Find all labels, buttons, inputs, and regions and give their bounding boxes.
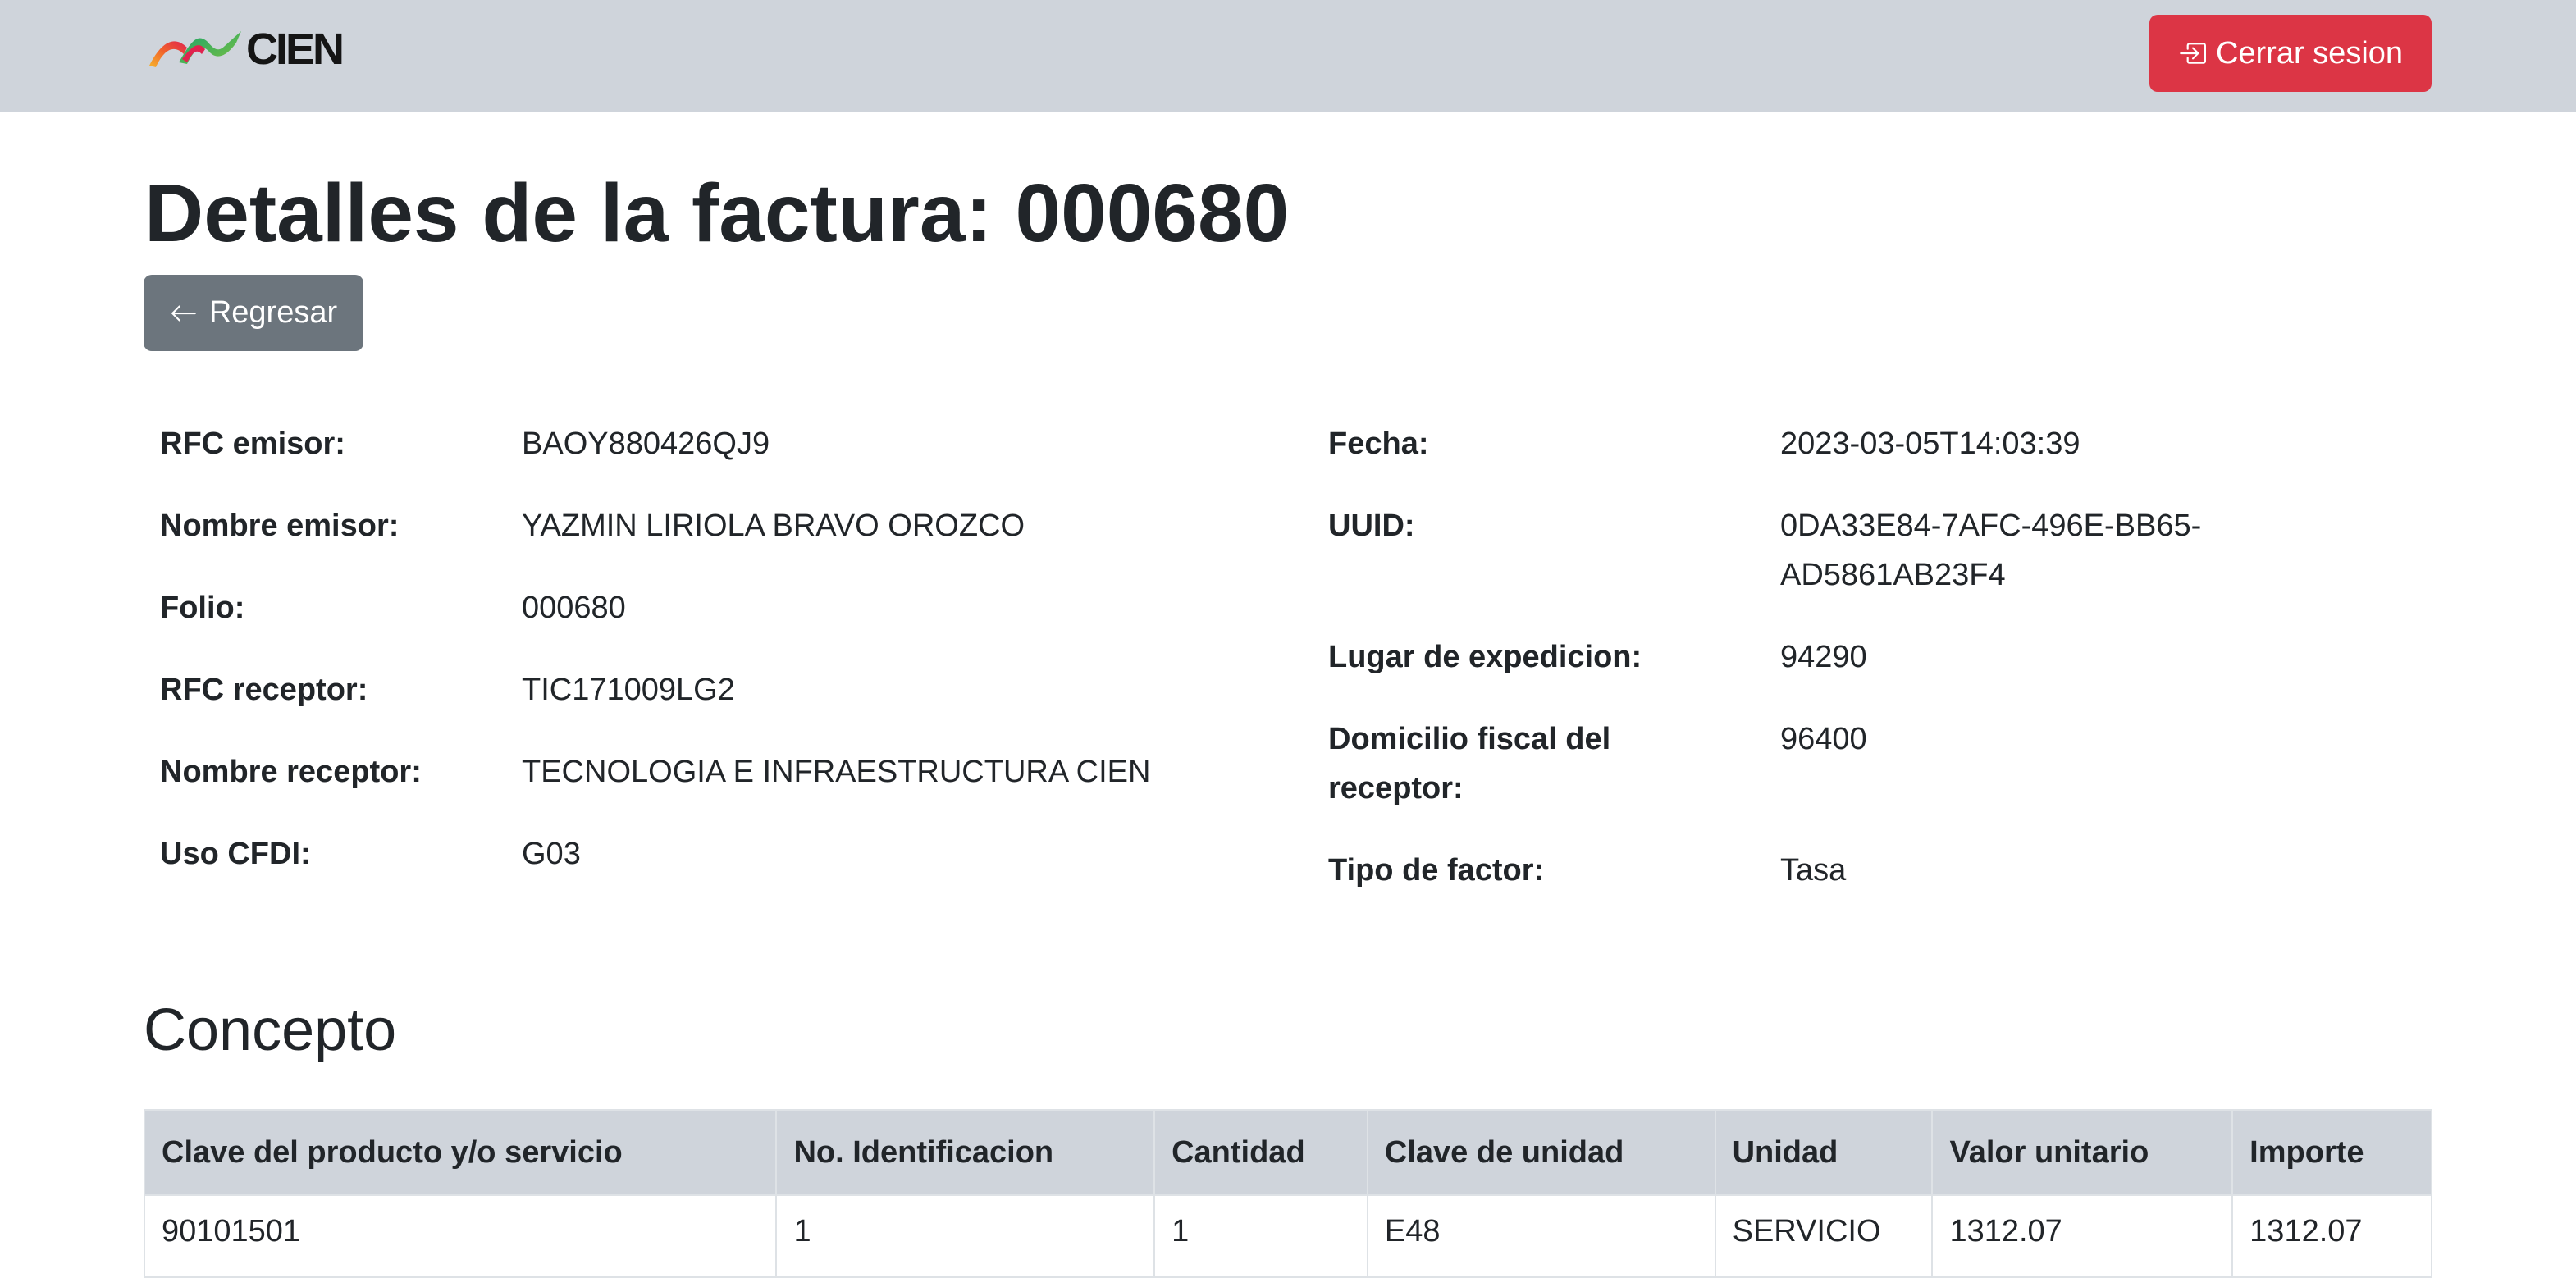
column-header: Cantidad [1153, 1109, 1368, 1196]
uuid-label: UUID: [1328, 509, 1415, 543]
column-header: Valor unitario [1931, 1109, 2234, 1196]
table-header-row: Clave del producto y/o servicio No. Iden… [143, 1109, 2432, 1196]
tipo-factor-label: Tipo de factor: [1328, 853, 1545, 888]
domicilio-fiscal-value: 96400 [1780, 722, 1867, 756]
nombre-receptor-value: TECNOLOGIA E INFRAESTRUCTURA CIEN [522, 755, 1151, 789]
rfc-emisor-value: BAOY880426QJ9 [522, 427, 770, 461]
arrow-left-icon [170, 299, 198, 327]
uuid-value-line2: AD5861AB23F4 [1780, 558, 2006, 592]
page-title: Detalles de la factura: 000680 [144, 167, 1290, 259]
concepto-section-title: Concepto [144, 997, 397, 1063]
folio-value: 000680 [522, 591, 626, 625]
back-label: Regresar [208, 295, 338, 330]
fecha-label: Fecha: [1328, 427, 1429, 461]
table-cell: SERVICIO [1714, 1194, 1934, 1278]
lugar-expedicion-value: 94290 [1780, 640, 1867, 674]
nombre-emisor-value: YAZMIN LIRIOLA BRAVO OROZCO [522, 509, 1025, 543]
logout-label: Cerrar sesion [2215, 35, 2404, 71]
table-cell: 1312.07 [1931, 1194, 2234, 1278]
column-header: Clave del producto y/o servicio [143, 1109, 778, 1196]
table-row: 90101501 1 1 E48 SERVICIO 1312.07 1312.0… [143, 1194, 2432, 1278]
top-navbar: CIEN Cerrar sesion [0, 0, 2576, 112]
column-header: Importe [2231, 1109, 2432, 1196]
column-header: Unidad [1714, 1109, 1934, 1196]
rfc-receptor-label: RFC receptor: [160, 673, 368, 707]
uuid-value-line1: 0DA33E84-7AFC-496E-BB65- [1780, 509, 2202, 543]
table-cell: 1 [1153, 1194, 1368, 1278]
fecha-value: 2023-03-05T14:03:39 [1780, 427, 2080, 461]
uso-cfdi-label: Uso CFDI: [160, 837, 311, 871]
brand-name: CIEN [246, 25, 345, 74]
cien-logo-mark-icon [149, 31, 241, 67]
nombre-receptor-label: Nombre receptor: [160, 755, 422, 789]
nombre-emisor-label: Nombre emisor: [160, 509, 400, 543]
lugar-expedicion-label: Lugar de expedicion: [1328, 640, 1642, 674]
back-button[interactable]: Regresar [144, 275, 363, 351]
domicilio-fiscal-label-line1: Domicilio fiscal del [1328, 722, 1611, 756]
logout-button[interactable]: Cerrar sesion [2149, 15, 2432, 92]
rfc-emisor-label: RFC emisor: [160, 427, 345, 461]
rfc-receptor-value: TIC171009LG2 [522, 673, 735, 707]
domicilio-fiscal-label-line2: receptor: [1328, 771, 1464, 806]
table-cell: 1 [775, 1194, 1156, 1278]
table-cell: E48 [1366, 1194, 1716, 1278]
brand-logo[interactable]: CIEN [146, 23, 345, 75]
column-header: Clave de unidad [1366, 1109, 1716, 1196]
table-cell: 1312.07 [2231, 1194, 2432, 1278]
tipo-factor-value: Tasa [1780, 853, 1847, 888]
folio-label: Folio: [160, 591, 245, 625]
box-arrow-in-left-icon [2178, 39, 2206, 67]
table-cell: 90101501 [143, 1194, 778, 1278]
column-header: No. Identificacion [775, 1109, 1156, 1196]
uso-cfdi-value: G03 [522, 837, 581, 871]
concepto-table: Clave del producto y/o servicio No. Iden… [143, 1109, 2432, 1278]
